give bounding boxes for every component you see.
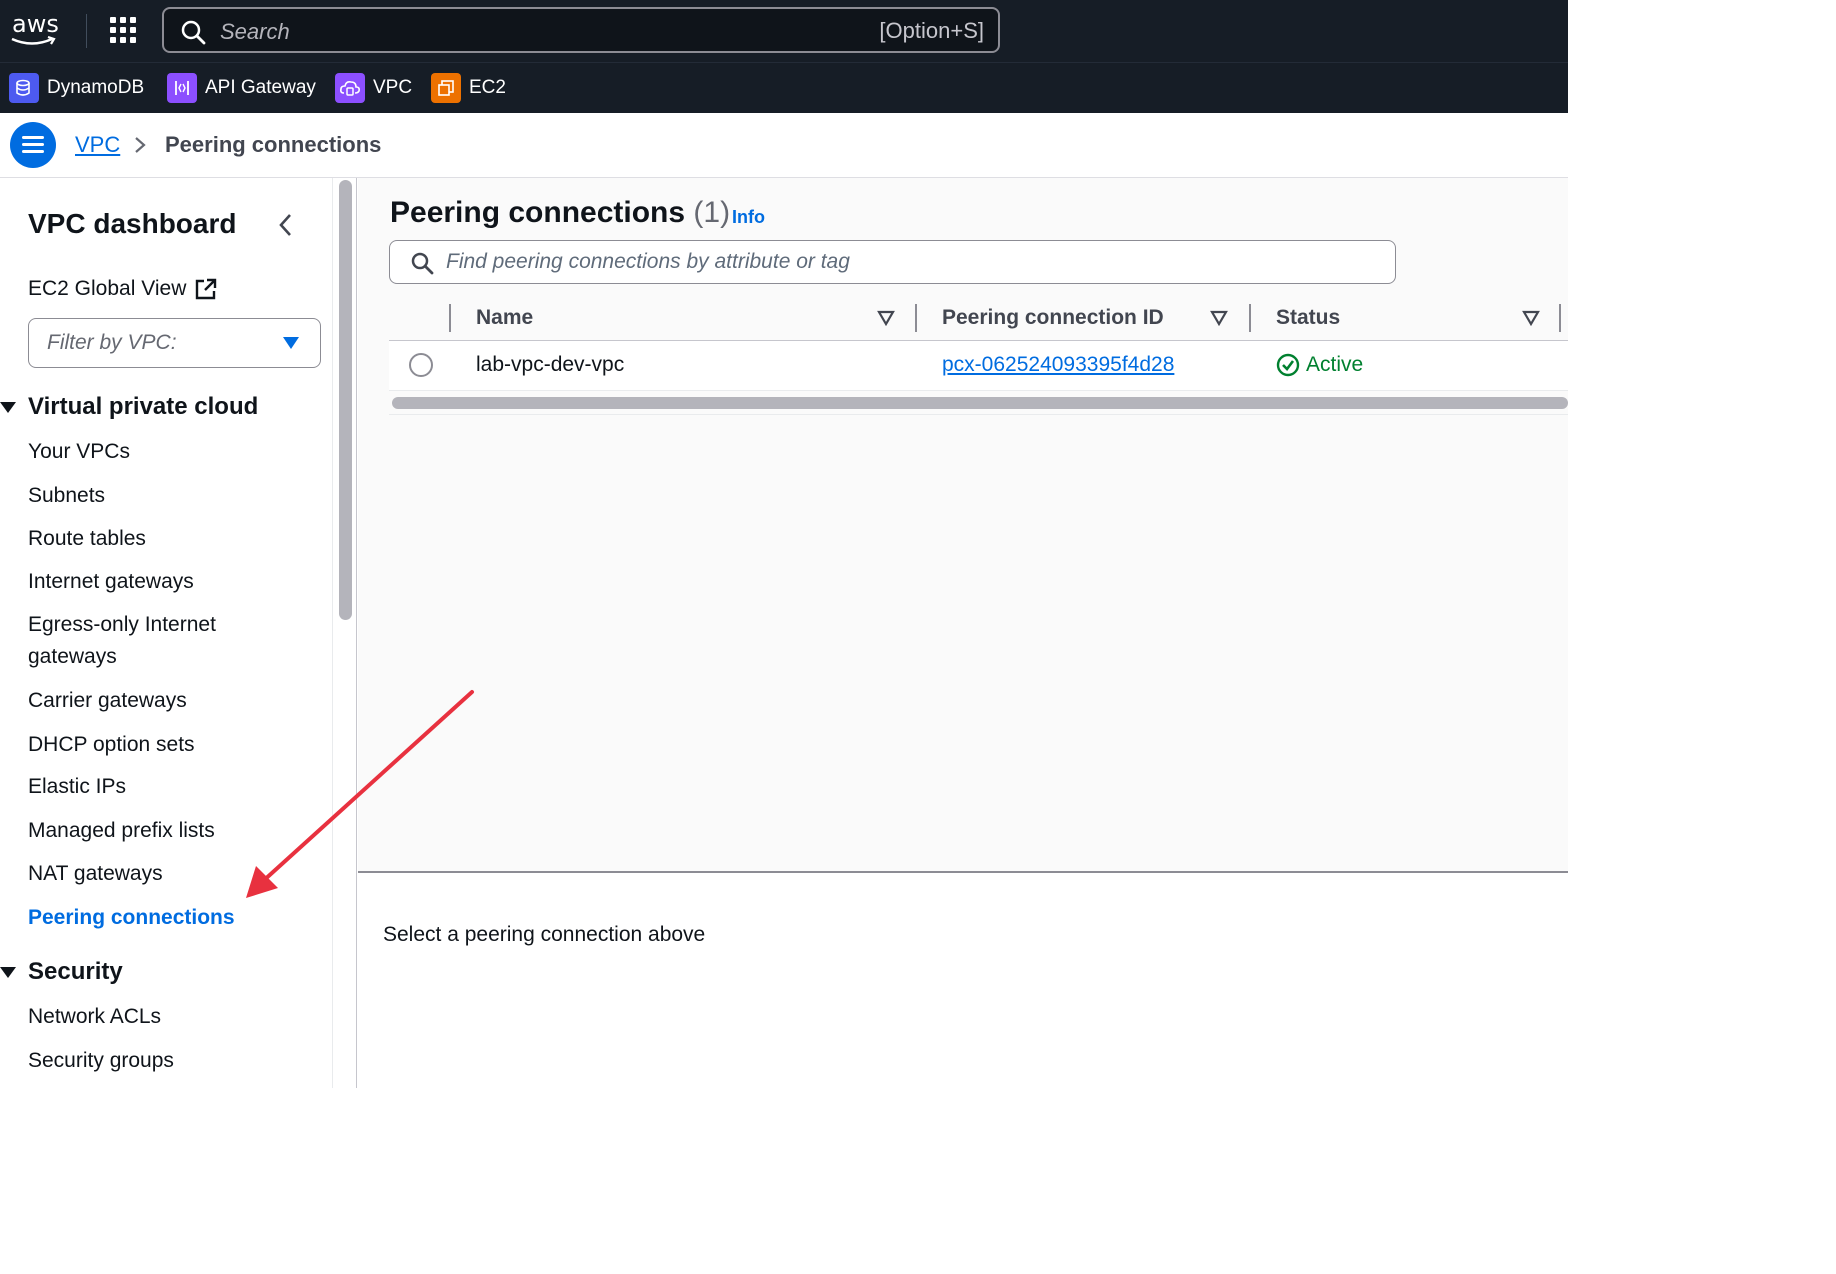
sort-icon[interactable] [1522, 310, 1540, 326]
cell-name: lab-vpc-dev-vpc [476, 353, 625, 376]
sidebar-item-carrier-gateways[interactable]: Carrier gateways [28, 685, 308, 717]
favorite-dynamodb[interactable]: DynamoDB [9, 73, 144, 103]
caret-down-icon [283, 337, 299, 349]
dynamodb-icon [9, 73, 39, 103]
sidebar-item-internet-gateways[interactable]: Internet gateways [28, 566, 308, 598]
table-row[interactable]: lab-vpc-dev-vpc pcx-062524093395f4d28 Ac… [389, 341, 1568, 391]
vpc-icon [335, 73, 365, 103]
ec2-global-view-link[interactable]: EC2 Global View [28, 277, 218, 301]
page-title-count: (1) [693, 196, 731, 229]
column-divider[interactable] [1559, 304, 1561, 332]
chevron-right-icon [135, 137, 146, 153]
column-header-name[interactable]: Name [476, 306, 533, 330]
cell-status: Active [1276, 353, 1363, 377]
global-search-input[interactable]: Search [Option+S] [162, 7, 1000, 53]
favorite-ec2[interactable]: EC2 [431, 73, 506, 103]
favorite-api-gateway[interactable]: API Gateway [167, 73, 316, 103]
column-divider[interactable] [1249, 304, 1251, 332]
status-text: Active [1306, 353, 1364, 376]
sidebar-scrollbar-thumb[interactable] [339, 180, 352, 620]
check-circle-icon [1276, 353, 1300, 377]
column-header-status[interactable]: Status [1276, 306, 1340, 330]
api-gateway-icon [167, 73, 197, 103]
favorite-label: API Gateway [205, 77, 316, 98]
search-shortcut-hint: [Option+S] [879, 18, 984, 43]
favorites-bar: DynamoDB API Gateway VPC EC2 [0, 62, 1568, 113]
sidebar-item-route-tables[interactable]: Route tables [28, 523, 308, 555]
column-divider [449, 304, 451, 332]
sidebar-item-your-vpcs[interactable]: Your VPCs [28, 436, 308, 468]
caret-down-icon [0, 401, 16, 413]
search-icon [411, 252, 434, 275]
top-navigation-bar: aws Search [Option+S] [0, 0, 1568, 62]
navigation-menu-button[interactable] [10, 122, 56, 168]
split-panel-details: Select a peering connection above [358, 873, 1568, 1088]
sidebar-title[interactable]: VPC dashboard [28, 208, 236, 240]
favorite-label: EC2 [469, 77, 506, 98]
cell-peering-connection-id-link[interactable]: pcx-062524093395f4d28 [942, 353, 1174, 377]
table-filter-placeholder: Find peering connections by attribute or… [446, 250, 850, 273]
search-icon [181, 20, 206, 45]
sidebar-item-dhcp-option-sets[interactable]: DHCP option sets [28, 729, 308, 761]
external-link-icon [196, 278, 217, 300]
divider [86, 14, 87, 48]
column-divider[interactable] [915, 304, 917, 332]
filter-by-vpc-select[interactable]: Filter by VPC: [28, 318, 321, 368]
section-virtual-private-cloud[interactable]: Virtual private cloud [0, 393, 258, 421]
aws-smile-icon [11, 36, 56, 45]
divider [389, 414, 1568, 415]
favorite-vpc[interactable]: VPC [335, 73, 412, 103]
info-link[interactable]: Info [732, 207, 765, 228]
table-horizontal-scrollbar[interactable] [392, 397, 1568, 409]
sidebar-item-egress-only-internet-gateways[interactable]: Egress-only Internet gateways [28, 609, 258, 673]
services-menu-icon[interactable] [110, 17, 138, 45]
section-label: Virtual private cloud [28, 393, 259, 420]
chevron-left-icon[interactable] [276, 212, 296, 238]
page-title-text: Peering connections [390, 196, 686, 229]
table-filter-input[interactable]: Find peering connections by attribute or… [389, 240, 1396, 284]
sidebar-item-subnets[interactable]: Subnets [28, 480, 308, 512]
sort-icon[interactable] [1210, 310, 1228, 326]
sidebar-item-peering-connections[interactable]: Peering connections [28, 902, 308, 934]
sort-icon[interactable] [877, 310, 895, 326]
column-header-peering-connection-id[interactable]: Peering connection ID [942, 306, 1164, 330]
sidebar-item-network-acls[interactable]: Network ACLs [28, 1001, 308, 1033]
section-security[interactable]: Security [0, 958, 123, 986]
table-header: Name Peering connection ID Status [389, 298, 1568, 341]
breadcrumb-current: Peering connections [165, 132, 382, 157]
sidebar-item-managed-prefix-lists[interactable]: Managed prefix lists [28, 815, 308, 847]
ec2-icon [431, 73, 461, 103]
aws-logo[interactable]: aws [10, 10, 62, 50]
sidebar-item-elastic-ips[interactable]: Elastic IPs [28, 771, 308, 803]
breadcrumb-bar: VPC Peering connections [0, 113, 1568, 178]
page-title: Peering connections (1) [390, 196, 730, 230]
section-label: Security [28, 958, 123, 985]
breadcrumb-vpc-link[interactable]: VPC [75, 132, 120, 158]
empty-selection-message: Select a peering connection above [383, 923, 706, 946]
main-content: Peering connections (1) Info Find peerin… [358, 178, 1568, 1088]
aws-logo-text: aws [12, 10, 59, 38]
caret-down-icon [0, 966, 16, 978]
sidebar-item-nat-gateways[interactable]: NAT gateways [28, 858, 308, 890]
filter-by-vpc-placeholder: Filter by VPC: [47, 331, 177, 354]
side-navigation: VPC dashboard EC2 Global View Filter by … [0, 178, 333, 1088]
favorite-label: VPC [373, 77, 413, 98]
favorite-label: DynamoDB [47, 77, 145, 98]
search-placeholder: Search [220, 19, 290, 44]
ec2-global-view-label: EC2 Global View [28, 277, 187, 300]
sidebar-item-security-groups[interactable]: Security groups [28, 1045, 308, 1077]
row-select-radio[interactable] [409, 353, 433, 377]
